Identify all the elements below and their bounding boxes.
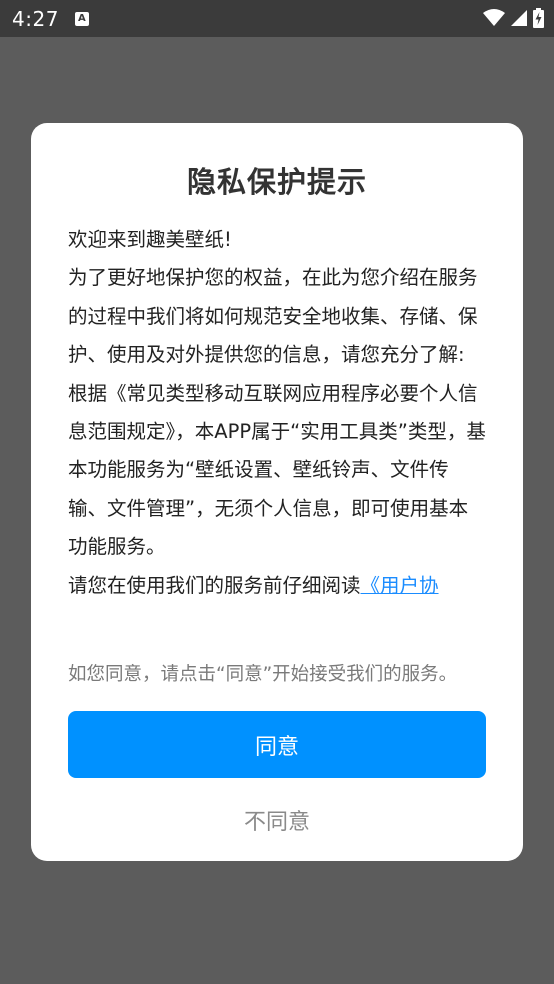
agree-button[interactable]: 同意 [68, 711, 486, 778]
disagree-button[interactable]: 不同意 [68, 798, 486, 842]
intro-paragraph: 为了更好地保护您的权益，在此为您介绍在服务的过程中我们将如何规范安全地收集、存储… [68, 266, 478, 367]
status-bar: 4:27 A [0, 0, 554, 37]
read-agreement-line: 请您在使用我们的服务前仔细阅读《用户协 [68, 567, 486, 605]
consent-hint: 如您同意，请点击“同意”开始接受我们的服务。 [68, 664, 458, 685]
user-agreement-link[interactable]: 《用户协 [361, 574, 439, 597]
policy-paragraph: 根据《常见类型移动互联网应用程序必要个人信息范围规定》，本APP属于“实用工具类… [68, 381, 486, 559]
privacy-dialog: 隐私保护提示 欢迎来到趣美壁纸! 为了更好地保护您的权益，在此为您介绍在服务的过… [31, 123, 523, 861]
battery-charging-icon [533, 8, 544, 28]
a-letter-icon: A [74, 11, 89, 26]
signal-icon [511, 10, 527, 26]
status-time: 4:27 [12, 6, 59, 31]
status-icons [483, 8, 544, 28]
read-prefix: 请您在使用我们的服务前仔细阅读 [68, 573, 361, 597]
wifi-icon [483, 9, 505, 26]
welcome-line: 欢迎来到趣美壁纸! [68, 228, 232, 251]
dialog-title: 隐私保护提示 [186, 165, 367, 199]
privacy-text-scroll[interactable]: 欢迎来到趣美壁纸! 为了更好地保护您的权益，在此为您介绍在服务的过程中我们将如何… [68, 221, 486, 643]
